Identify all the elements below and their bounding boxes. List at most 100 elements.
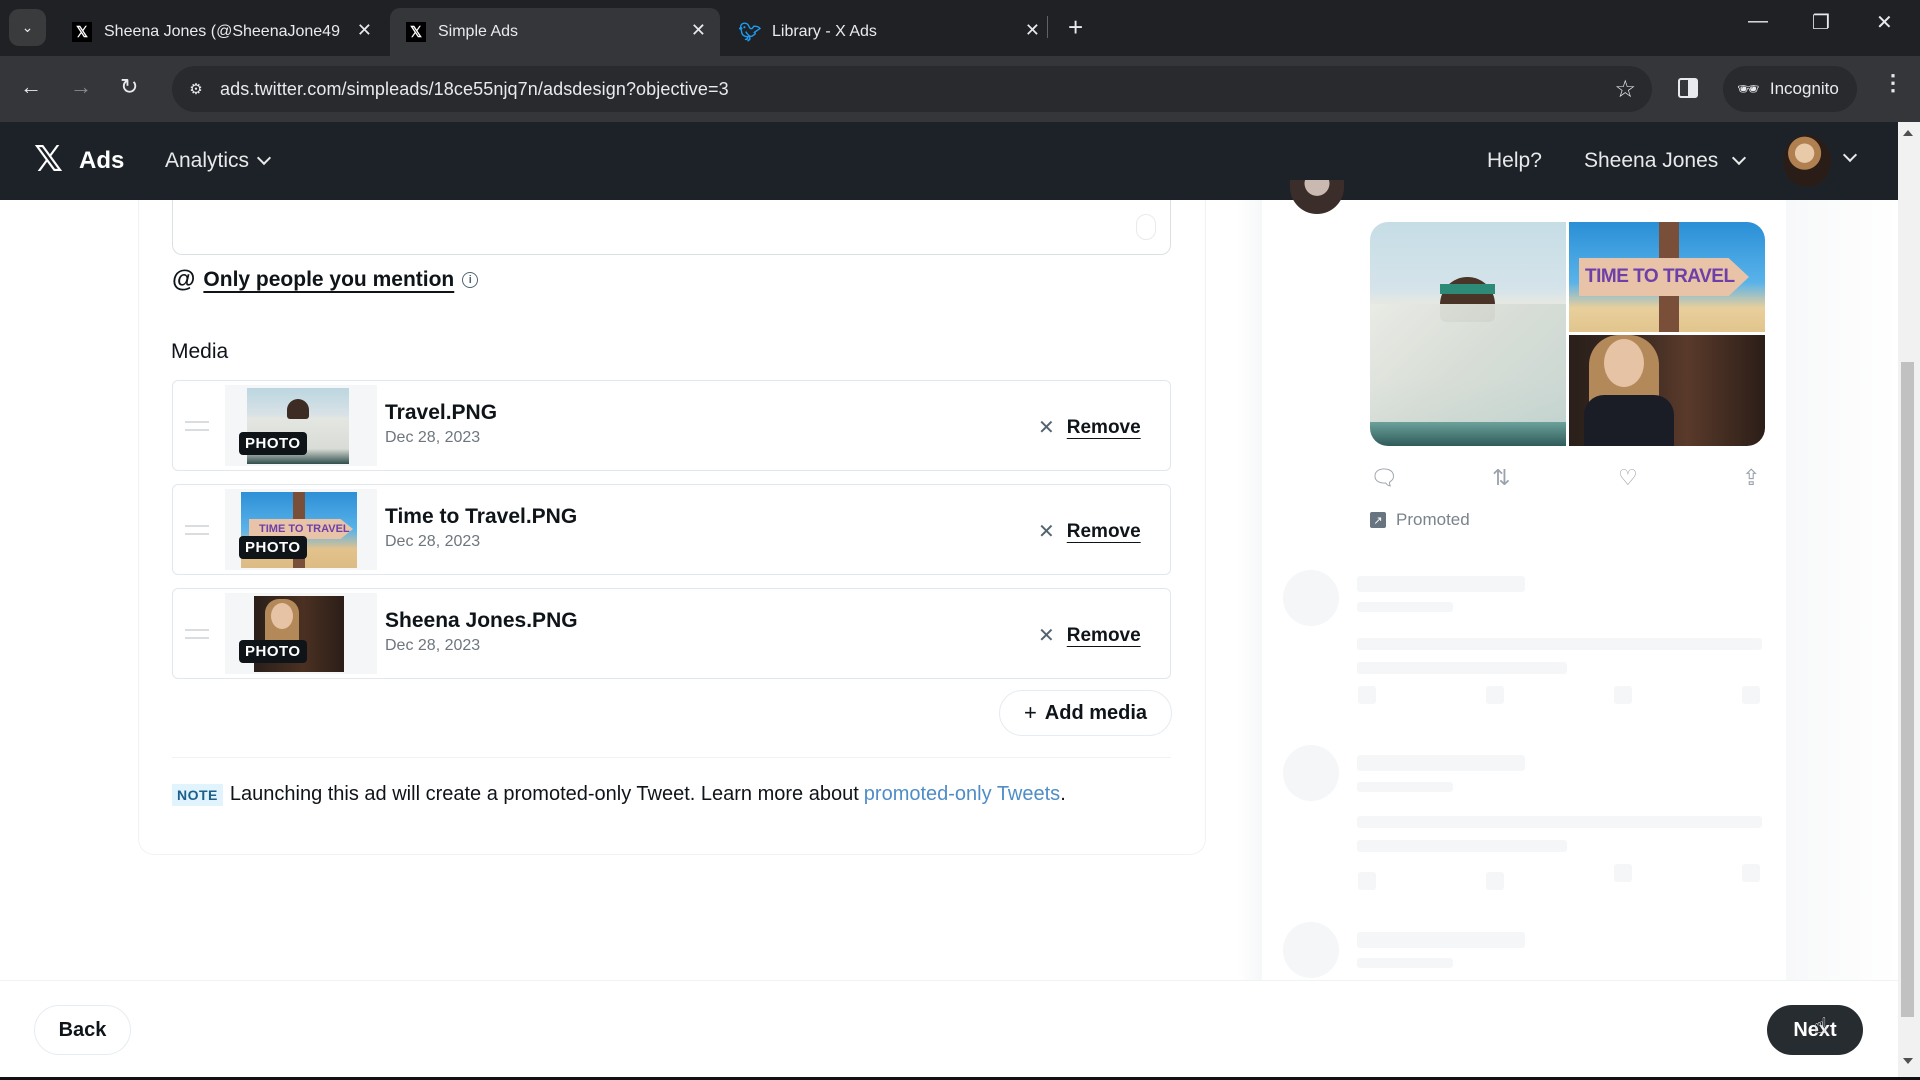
skeleton-avatar: [1283, 745, 1339, 801]
analytics-menu[interactable]: Analytics: [165, 149, 272, 173]
scroll-down-arrow-icon[interactable]: [1903, 1058, 1913, 1064]
help-link[interactable]: Help?: [1487, 149, 1542, 173]
site-info-icon[interactable]: ⚙: [184, 77, 208, 101]
url-text[interactable]: ads.twitter.com/simpleads/18ce55njq7n/ad…: [220, 79, 729, 100]
chevron-down-icon[interactable]: [1842, 147, 1858, 163]
close-tab-icon[interactable]: ✕: [691, 20, 706, 41]
media-heading: Media: [171, 340, 229, 363]
share-icon[interactable]: ⇪: [1742, 465, 1760, 491]
media-thumbnail: TIME TO TRAVEL PHOTO: [225, 489, 377, 570]
browser-menu-icon[interactable]: ⋮: [1882, 70, 1904, 96]
tab-sheena-jones[interactable]: 𝕏 Sheena Jones (@SheenaJone49 ✕: [56, 8, 386, 56]
new-tab-button[interactable]: +: [1068, 12, 1083, 42]
tweet-text-input[interactable]: [172, 200, 1171, 255]
add-media-button[interactable]: + Add media: [999, 690, 1172, 736]
restore-button[interactable]: ❐: [1812, 10, 1830, 35]
note-end: .: [1060, 783, 1066, 805]
forward-nav-button[interactable]: →: [70, 74, 92, 100]
file-date: Dec 28, 2023: [385, 533, 481, 550]
note-text: Launching this ad will create a promoted…: [229, 783, 859, 805]
logo-ads-text[interactable]: Ads: [79, 147, 124, 175]
preview-image-sheena-jones[interactable]: [1569, 335, 1765, 446]
chevron-down-icon: ⌄: [21, 19, 34, 35]
reply-setting[interactable]: @ Only people you mention i: [172, 266, 479, 294]
back-nav-button[interactable]: ←: [20, 74, 42, 100]
tab-library-x-ads[interactable]: 🐦︎ Library - X Ads ✕: [724, 8, 1054, 56]
bookmark-star-icon[interactable]: ☆: [1614, 75, 1636, 104]
incognito-indicator[interactable]: 🕶︎ Incognito: [1723, 66, 1857, 112]
remove-media-button[interactable]: ✕ Remove: [1038, 623, 1141, 648]
chevron-down-icon: [256, 150, 272, 166]
skeleton-action: [1358, 872, 1376, 890]
close-tab-icon[interactable]: ✕: [357, 20, 372, 41]
character-count-indicator: [1136, 214, 1156, 240]
skeleton-line: [1357, 576, 1525, 592]
promoted-icon: ↗: [1370, 512, 1386, 528]
back-button[interactable]: Back: [34, 1005, 131, 1055]
sign-text: TIME TO TRAVEL: [1579, 258, 1749, 296]
close-icon: ✕: [1038, 521, 1055, 543]
remove-media-button[interactable]: ✕ Remove: [1038, 519, 1141, 544]
file-date: Dec 28, 2023: [385, 429, 481, 446]
divider: [172, 757, 1171, 758]
info-icon[interactable]: i: [462, 272, 479, 288]
image-detail: [1440, 284, 1495, 294]
drag-handle-icon[interactable]: [185, 421, 209, 431]
image-detail: [1370, 304, 1566, 422]
preview-image-travel[interactable]: [1370, 222, 1566, 446]
skeleton-avatar: [1283, 570, 1339, 626]
image-detail: [1584, 395, 1674, 446]
preview-image-time-to-travel[interactable]: TIME TO TRAVEL: [1569, 222, 1765, 332]
add-media-label: Add media: [1044, 701, 1148, 724]
minimize-button[interactable]: —: [1748, 10, 1768, 33]
tab-search-button[interactable]: ⌄: [9, 9, 46, 46]
reload-button[interactable]: ↻: [120, 74, 138, 100]
incognito-label: Incognito: [1769, 79, 1839, 98]
skeleton-line: [1357, 662, 1567, 674]
x-logo-icon[interactable]: 𝕏: [34, 140, 63, 180]
media-thumbnail: PHOTO: [225, 593, 377, 674]
tab-simple-ads[interactable]: 𝕏 Simple Ads ✕: [390, 8, 720, 56]
skeleton-line: [1357, 755, 1525, 771]
skeleton-line: [1357, 638, 1762, 650]
remove-media-button[interactable]: ✕ Remove: [1038, 415, 1141, 440]
twitter-bird-icon: 🐦︎: [738, 21, 762, 42]
promoted-only-note: NOTE Launching this ad will create a pro…: [172, 783, 1066, 806]
account-menu[interactable]: Sheena Jones: [1584, 149, 1747, 173]
reply-setting-label[interactable]: Only people you mention: [203, 268, 454, 292]
promoted-label: ↗ Promoted: [1370, 510, 1470, 530]
address-bar[interactable]: ⚙ ads.twitter.com/simpleads/18ce55njq7n/…: [172, 66, 1652, 112]
close-tab-icon[interactable]: ✕: [1025, 20, 1040, 41]
close-window-button[interactable]: ✕: [1876, 10, 1893, 35]
skeleton-action: [1614, 864, 1632, 882]
skeleton-action: [1486, 686, 1504, 704]
preview-image-grid[interactable]: TIME TO TRAVEL: [1370, 222, 1765, 446]
drag-handle-icon[interactable]: [185, 629, 209, 639]
remove-label: Remove: [1066, 520, 1141, 542]
preview-shadow: [1786, 200, 1898, 980]
promoted-text: Promoted: [1396, 510, 1470, 529]
file-name: Time to Travel.PNG: [385, 505, 578, 528]
skeleton-line: [1357, 932, 1525, 948]
reply-icon[interactable]: 🗨︎: [1370, 465, 1398, 491]
skeleton-line: [1357, 602, 1453, 612]
drag-handle-icon[interactable]: [185, 525, 209, 535]
media-item: PHOTO Travel.PNG Dec 28, 2023 ✕ Remove: [172, 380, 1171, 471]
file-name: Sheena Jones.PNG: [385, 609, 578, 632]
photo-badge: PHOTO: [239, 536, 307, 559]
scroll-up-arrow-icon[interactable]: [1903, 130, 1913, 136]
promoted-only-tweets-link[interactable]: promoted-only Tweets: [864, 783, 1060, 806]
chevron-down-icon: [1732, 150, 1747, 166]
note-badge: NOTE: [172, 783, 223, 806]
like-icon[interactable]: ♡: [1618, 465, 1638, 491]
media-item: PHOTO Sheena Jones.PNG Dec 28, 2023 ✕ Re…: [172, 588, 1171, 679]
avatar[interactable]: [1783, 135, 1831, 187]
retweet-icon[interactable]: ⇅: [1492, 465, 1510, 491]
page-scrollbar[interactable]: [1898, 122, 1920, 1080]
skeleton-action: [1358, 686, 1376, 704]
tab-title: Library - X Ads: [772, 23, 877, 40]
close-icon: ✕: [1038, 417, 1055, 439]
side-panel-icon[interactable]: [1678, 78, 1698, 98]
incognito-icon: 🕶︎: [1737, 78, 1760, 99]
scrollbar-thumb[interactable]: [1901, 362, 1914, 1017]
